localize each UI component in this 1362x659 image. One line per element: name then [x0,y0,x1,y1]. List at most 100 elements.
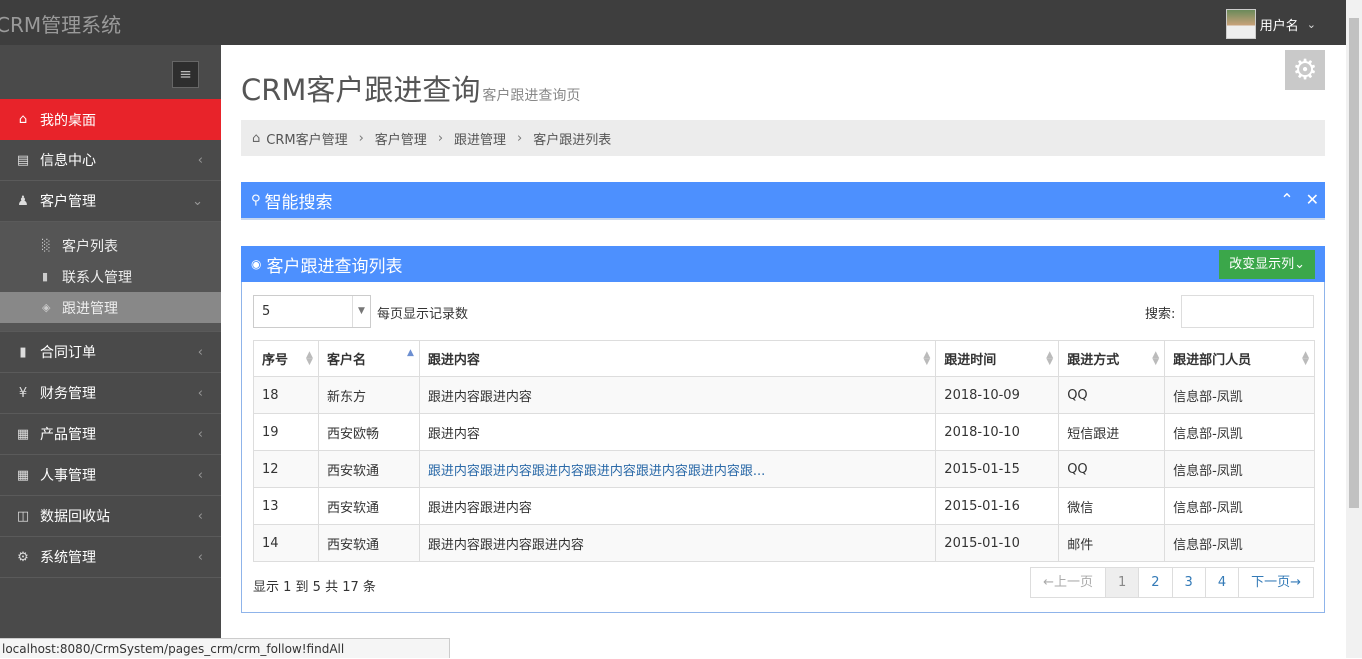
sort-icon: ▲ ▼ [1302,350,1309,367]
page-button-1[interactable]: 1 [1104,568,1139,597]
chevron-left-icon: ‹ [197,344,203,360]
sidebar-item-system[interactable]: ⚙ 系统管理 ‹ [0,537,221,578]
cell-date: 2015-01-10 [935,524,1060,562]
chevron-left-icon: ‹ [197,467,203,483]
user-name[interactable]: 用户名 [1260,15,1299,34]
collapse-icon[interactable]: ⌃ [1280,190,1293,209]
cell-staff: 信息部-凤凯 [1164,450,1315,488]
close-icon[interactable]: ✕ [1306,190,1319,209]
cell-staff: 信息部-凤凯 [1164,524,1315,562]
sidebar-item-contracts[interactable]: ▮ 合同订单 ‹ [0,332,221,373]
pagination: ←上一页 1 2 3 4 下一页→ [1030,567,1314,598]
breadcrumb-item[interactable]: 客户管理 [375,129,427,148]
app-title[interactable]: CRM管理系统 [0,9,121,38]
sidebar-item-hr[interactable]: ▦ 人事管理 ‹ [0,455,221,496]
sidebar-item-label: 人事管理 [40,468,96,484]
trash-icon: ◫ [16,508,30,524]
user-menu[interactable]: 用户名 ⌄ [1225,9,1316,39]
panel-tools: ⌃ ✕ [1280,190,1319,209]
sidebar-subitem-follow-up[interactable]: ◈ 跟进管理 [0,292,221,323]
column-header[interactable]: 序号 ▲ ▼ [253,340,319,377]
page-title: CRM客户跟进查询 [241,73,481,107]
breadcrumb-item[interactable]: 跟进管理 [454,129,506,148]
page-button-4[interactable]: 4 [1204,568,1238,597]
sidebar-item-label: 系统管理 [40,550,96,566]
yen-icon: ¥ [18,385,28,401]
change-columns-button[interactable]: 改变显示列⌄ [1219,250,1315,279]
sidebar-item-recycle-bin[interactable]: ◫ 数据回收站 ‹ [0,496,221,537]
sidebar-item-customer-management[interactable]: ♟ 客户管理 ⌄ [0,181,221,222]
column-header[interactable]: 跟进时间 ▲ ▼ [935,340,1060,377]
book-icon: ▮ [42,270,49,283]
sidebar-item-finance[interactable]: ¥ 财务管理 ‹ [0,373,221,414]
cell-staff: 信息部-凤凯 [1164,413,1315,451]
cell-method: QQ [1058,376,1166,414]
sidebar-subitem-customer-list[interactable]: ░ 客户列表 [0,230,221,261]
follow-up-table: 序号 ▲ ▼ 客户名 ▲ 跟进内容 ▲ ▼ 跟进时间 ▲ ▼ 跟进方式 ▲ ▼ 跟进部门人员 ▲ ▼ … [253,340,1315,562]
column-header[interactable]: 跟进内容 ▲ ▼ [418,340,937,377]
sidebar-item-products[interactable]: ▦ 产品管理 ‹ [0,414,221,455]
sidebar-toggle-button[interactable]: ≡ [172,61,199,88]
main-content: CRM客户跟进查询 客户跟进查询页 ⚙ ⌂ CRM客户管理 › 客户管理 › 跟… [221,45,1346,658]
content-link[interactable]: 跟进内容跟进内容跟进内容跟进内容跟进内容跟进内容跟... [428,464,765,479]
sidebar-item-label: 产品管理 [40,427,96,443]
cell-staff: 信息部-凤凯 [1164,487,1315,525]
chevron-left-icon: ‹ [197,426,203,442]
cell-id: 12 [253,450,319,488]
table-row[interactable]: 14 西安软通 跟进内容跟进内容跟进内容 2015-01-10 邮件 信息部-凤… [253,524,1315,562]
table-row[interactable]: 12 西安软通 跟进内容跟进内容跟进内容跟进内容跟进内容跟进内容跟... 201… [253,450,1315,488]
sidebar-nav: ⌂ 我的桌面 ▤ 信息中心 ‹ ♟ 客户管理 ⌄ ░ 客户列表 ▮ 联系人管理 … [0,99,221,578]
list-panel-title: 客户跟进查询列表 [266,256,403,277]
cell-content: 跟进内容跟进内容跟进内容跟进内容跟进内容跟进内容跟... [418,450,937,488]
sidebar-item-desktop[interactable]: ⌂ 我的桌面 [0,99,221,140]
page-length-label: 每页显示记录数 [377,307,469,322]
chevron-left-icon: ‹ [197,385,203,401]
prev-page-button[interactable]: ←上一页 [1031,568,1105,597]
layers-icon: ◈ [42,301,51,314]
sort-icon: ▲ ▼ [1152,350,1160,367]
status-bar-url: localhost:8080/CrmSystem/pages_crm/crm_f… [0,638,450,658]
table-row[interactable]: 13 西安软通 跟进内容跟进内容 2015-01-16 微信 信息部-凤凯 [253,487,1315,525]
cell-id: 18 [253,376,319,414]
page-header: CRM客户跟进查询 客户跟进查询页 [241,67,580,109]
column-header[interactable]: 客户名 ▲ [317,340,420,377]
sidebar-subitem-contacts[interactable]: ▮ 联系人管理 [0,261,221,292]
cell-date: 2015-01-16 [935,487,1060,525]
next-page-button[interactable]: 下一页→ [1238,568,1313,597]
search-label: 搜索: [1145,307,1176,322]
page-button-3[interactable]: 3 [1171,568,1205,597]
page-length-value: 5 [262,304,271,319]
settings-gear-button[interactable]: ⚙ [1285,50,1325,90]
table-info: 显示 1 到 5 共 17 条 [253,580,376,595]
cell-date: 2018-10-10 [935,413,1060,451]
column-header[interactable]: 跟进方式 ▲ ▼ [1058,340,1166,377]
chevron-left-icon: ‹ [197,549,203,565]
scrollbar-thumb[interactable] [1349,18,1359,508]
table-row[interactable]: 18 新东方 跟进内容跟进内容 2018-10-09 QQ 信息部-凤凯 [253,376,1315,414]
sidebar-item-info-center[interactable]: ▤ 信息中心 ‹ [0,140,221,181]
vertical-scrollbar[interactable] [1346,0,1362,658]
sort-icon: ▲ ▼ [923,350,931,367]
table-icon: ▦ [16,426,30,442]
home-icon: ⌂ [18,112,28,127]
sidebar-item-label: 合同订单 [40,345,96,361]
cell-staff: 信息部-凤凯 [1164,376,1315,414]
cell-customer: 西安软通 [317,487,420,525]
breadcrumb-separator: › [517,130,523,146]
avatar[interactable] [1225,9,1256,39]
chevron-down-icon[interactable]: ⌄ [1307,18,1316,31]
newspaper-icon: ▤ [16,152,30,168]
column-header[interactable]: 跟进部门人员 ▲ ▼ [1164,340,1315,377]
sidebar-subitem-label: 跟进管理 [62,300,118,317]
table-row[interactable]: 19 西安欧畅 跟进内容 2018-10-10 短信跟进 信息部-凤凯 [253,413,1315,451]
circle-arrow-icon: ◉ [251,257,262,271]
breadcrumb-item[interactable]: CRM客户管理 [266,129,347,148]
page-button-2[interactable]: 2 [1138,568,1171,597]
smart-search-header[interactable]: ⚲ 智能搜索 [241,182,1325,218]
page-length-select[interactable]: 5 ▼ [253,295,371,328]
sidebar-subitem-label: 客户列表 [62,238,118,255]
search-input[interactable] [1181,295,1314,328]
sort-asc-icon: ▲ [406,348,414,358]
table-icon: ▦ [16,467,30,483]
sort-icon: ▲ ▼ [1046,350,1054,367]
